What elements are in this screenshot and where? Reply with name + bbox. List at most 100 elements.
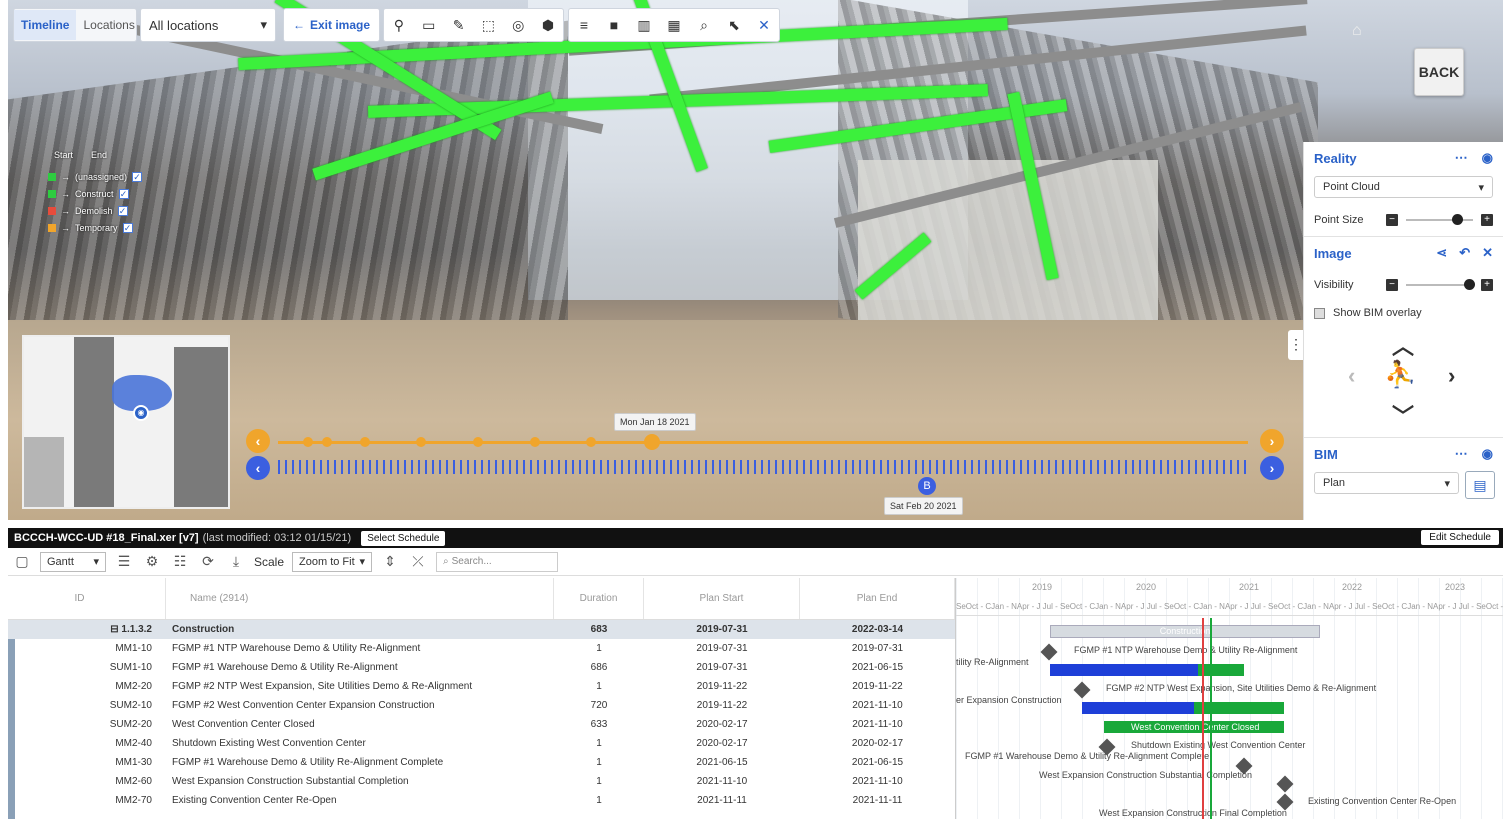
ruler-icon[interactable]: ▭ — [418, 17, 440, 34]
more-icon[interactable]: ⋯ — [1455, 150, 1468, 165]
gantt-group-bar[interactable]: Construction — [1050, 625, 1320, 638]
bim-mode-select[interactable]: Plan ▾ — [1314, 472, 1459, 494]
reality-mode-select[interactable]: Point Cloud ▾ — [1314, 176, 1493, 198]
calendar-icon[interactable]: ▤ — [1465, 471, 1495, 499]
timeline-point[interactable] — [586, 437, 596, 447]
visibility-slider[interactable] — [1406, 279, 1475, 290]
expand-icon[interactable]: ⇕ — [380, 553, 400, 570]
timeline-point[interactable] — [416, 437, 426, 447]
gantt-chart[interactable]: 2019 2020 2021 2022 2023 SeOct - CJan - … — [955, 578, 1503, 819]
plus-button[interactable]: + — [1481, 279, 1493, 291]
camera-icon[interactable]: ◎ — [507, 17, 529, 34]
chevron-left-icon[interactable]: ‹ — [1348, 363, 1355, 389]
bim-overlay-checkbox[interactable] — [1314, 307, 1325, 319]
bim-overlay-row[interactable]: Show BIM overlay — [1304, 301, 1503, 325]
filter-icon[interactable]: ☷ — [170, 553, 190, 570]
slider-knob[interactable] — [1463, 279, 1475, 290]
view-select[interactable]: Gantt ▾ — [40, 551, 106, 572]
exit-image-button[interactable]: ← Exit image — [283, 8, 380, 42]
list-icon[interactable]: ☰ — [114, 553, 134, 570]
building-icon[interactable]: ▥ — [633, 17, 655, 34]
eye-icon[interactable]: ◉ — [133, 405, 149, 421]
gantt-bar[interactable] — [1050, 664, 1198, 676]
bim-timeline-track[interactable] — [278, 460, 1248, 474]
briefcase-icon[interactable]: ■ — [603, 17, 625, 33]
timeline-point[interactable] — [322, 437, 332, 447]
timeline-point[interactable] — [303, 437, 313, 447]
milestone-marker[interactable] — [1040, 643, 1058, 661]
reality-viewer[interactable]: Start End → (unassigned) ✓ → Construct ✓ → Dem… — [8, 0, 1503, 520]
table-row[interactable]: SUM2-10 FGMP #2 West Convention Center Ex… — [8, 696, 955, 715]
zoom-icon[interactable]: ⌕ — [693, 17, 715, 34]
home-icon[interactable]: ⌂ — [1352, 22, 1362, 40]
checkbox[interactable]: ✓ — [118, 188, 129, 199]
table-row[interactable]: MM2-70 Existing Convention Center Re-Open… — [8, 791, 955, 810]
undo-icon[interactable]: ↶ — [1459, 245, 1470, 260]
sort-icon[interactable]: ≡ — [573, 17, 595, 33]
eye-icon[interactable]: ◉ — [1482, 150, 1493, 165]
table-row[interactable]: SUM2-20 West Convention Center Closed 633 2… — [8, 715, 955, 734]
slider-knob[interactable] — [1452, 214, 1464, 225]
timeline-point[interactable] — [473, 437, 483, 447]
table-row[interactable]: MM2-20 FGMP #2 NTP West Expansion, Site U… — [8, 677, 955, 696]
col-duration[interactable]: Duration — [554, 578, 644, 619]
location-select[interactable]: All locations ▾ — [140, 8, 276, 42]
scale-select[interactable]: Zoom to Fit ▾ — [292, 551, 373, 572]
edit-schedule-button[interactable]: Edit Schedule — [1421, 530, 1499, 545]
col-id[interactable]: ID — [8, 578, 166, 619]
gear-icon[interactable]: ⚙ — [142, 553, 162, 570]
table-group-row[interactable]: ⊟ 1.1.3.2 Construction 683 2019-07-31 20… — [8, 620, 955, 639]
legend-item[interactable]: → Demolish ✓ — [48, 202, 142, 219]
next-bim-button[interactable]: › — [1260, 456, 1284, 480]
pen-icon[interactable]: ✎ — [448, 17, 470, 34]
timeline-point[interactable] — [530, 437, 540, 447]
select-box-icon[interactable]: ⬚ — [477, 17, 499, 34]
checkbox[interactable]: ✓ — [117, 205, 128, 216]
legend-item[interactable]: → (unassigned) ✓ — [48, 168, 143, 185]
minus-button[interactable]: − — [1386, 214, 1398, 226]
close-icon[interactable]: ✕ — [1482, 245, 1493, 260]
milestone-marker[interactable] — [1073, 681, 1091, 699]
table-row[interactable]: MM1-30 FGMP #1 Warehouse Demo & Utility R… — [8, 753, 955, 772]
tab-timeline[interactable]: Timeline — [14, 10, 77, 40]
tab-locations[interactable]: Locations — [76, 10, 141, 40]
checkbox[interactable]: ✓ — [132, 171, 143, 182]
legend-item[interactable]: → Construct ✓ — [48, 185, 142, 202]
eye-icon[interactable]: ◉ — [1482, 446, 1493, 461]
table-row[interactable]: MM1-10 FGMP #1 NTP Warehouse Demo & Utili… — [8, 639, 955, 658]
search-input[interactable]: ⌕ Search... — [436, 551, 559, 572]
minus-button[interactable]: − — [1386, 279, 1398, 291]
gantt-bar[interactable] — [1082, 702, 1194, 714]
cube-icon[interactable]: ⬢ — [537, 17, 559, 34]
chevron-right-icon[interactable]: › — [1448, 363, 1455, 389]
gantt-bar[interactable] — [1194, 702, 1284, 714]
bim-marker[interactable]: B — [918, 477, 936, 495]
chevron-up-icon[interactable]: ︿ — [1392, 329, 1414, 361]
cursor-select-icon[interactable]: ⬉ — [723, 17, 745, 34]
collapse-icon[interactable]: ⤫ — [408, 553, 428, 570]
table-row[interactable]: SUM1-10 FGMP #1 Warehouse Demo & Utility … — [8, 658, 955, 677]
prev-image-button[interactable]: ‹ — [246, 429, 270, 453]
site-minimap[interactable]: ◉ — [22, 335, 230, 509]
checkbox[interactable]: ✓ — [122, 222, 133, 233]
share-icon[interactable]: ⋖ — [1436, 245, 1447, 260]
more-vertical-icon[interactable]: ⋮ — [1288, 330, 1304, 360]
more-icon[interactable]: ⋯ — [1455, 446, 1468, 461]
next-image-button[interactable]: › — [1260, 429, 1284, 453]
point-size-slider[interactable] — [1406, 214, 1473, 225]
col-name[interactable]: Name (2914) — [166, 578, 554, 619]
col-plan-end[interactable]: Plan End — [800, 578, 955, 619]
milestone-marker[interactable] — [1276, 775, 1294, 793]
legend-item[interactable]: → Temporary ✓ — [48, 219, 142, 236]
timeline-point[interactable] — [360, 437, 370, 447]
col-plan-start[interactable]: Plan Start — [644, 578, 800, 619]
gantt-bar[interactable] — [1198, 664, 1244, 676]
chart-icon[interactable]: ▦ — [663, 17, 685, 34]
pin-icon[interactable]: ⚲ — [388, 17, 410, 34]
collapse-icon[interactable]: ⊟ — [110, 624, 118, 635]
panel-toggle-icon[interactable]: ▢ — [12, 553, 32, 570]
chevron-down-icon[interactable]: ﹀ — [1392, 399, 1414, 431]
select-schedule-button[interactable]: Select Schedule — [361, 530, 446, 546]
download-icon[interactable]: ⤓ — [226, 553, 246, 570]
table-row[interactable]: MM2-60 West Expansion Construction Substa… — [8, 772, 955, 791]
